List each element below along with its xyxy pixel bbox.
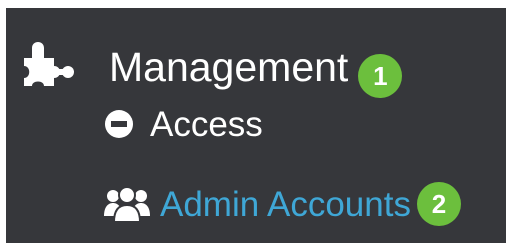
navigation-menu-panel: Management 1 Access Admin Accounts 2: [6, 8, 506, 243]
management-label: Management: [109, 43, 349, 90]
callout-badge-2: 2: [416, 182, 461, 226]
menu-item-admin-accounts[interactable]: Admin Accounts 2: [104, 174, 461, 234]
puzzle-piece-icon: [20, 38, 82, 96]
menu-item-access[interactable]: Access: [104, 100, 263, 148]
users-icon: [104, 186, 150, 222]
minus-circle-icon: [104, 109, 134, 139]
admin-accounts-link[interactable]: Admin Accounts: [160, 187, 411, 222]
menu-item-management[interactable]: Management 1: [20, 32, 403, 102]
callout-badge-1: 1: [358, 54, 403, 98]
access-label: Access: [150, 104, 263, 144]
